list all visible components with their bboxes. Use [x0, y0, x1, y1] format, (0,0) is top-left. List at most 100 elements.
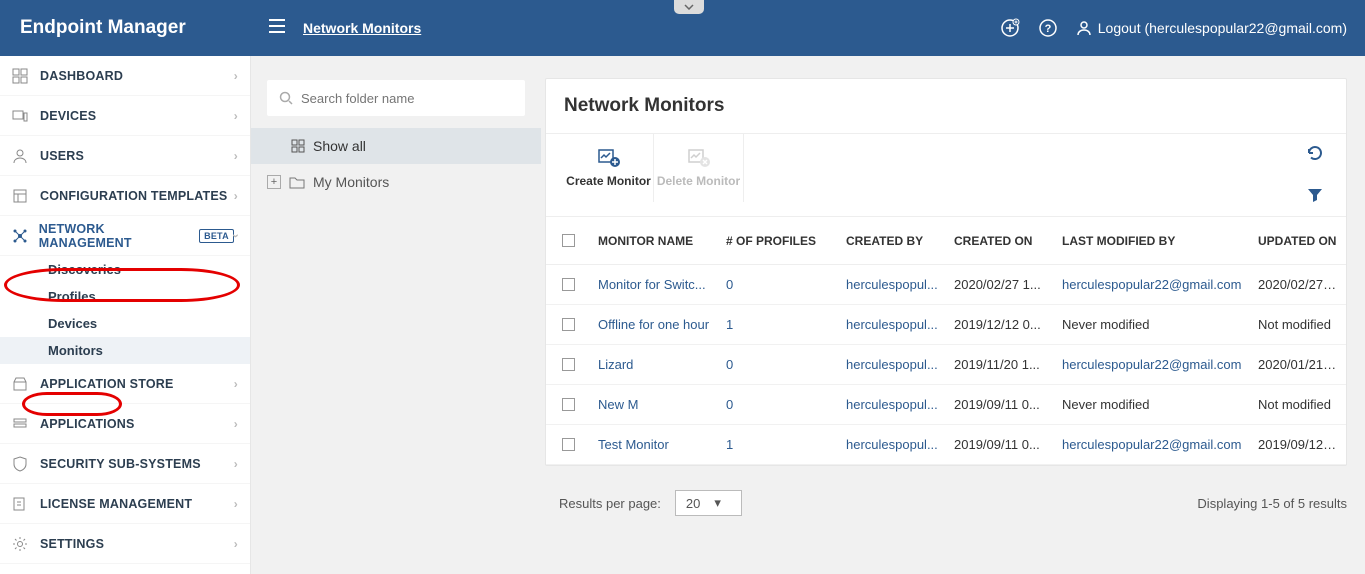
svg-text:?: ?: [1044, 23, 1051, 35]
chevron-down-icon: ▾: [714, 495, 721, 511]
modified-by[interactable]: herculespopular22@gmail.com: [1054, 277, 1250, 292]
sidebar-item-network-management[interactable]: NETWORK MANAGEMENT BETA ›: [0, 216, 250, 256]
profiles-count[interactable]: 0: [718, 277, 838, 292]
sidebar-item-app-store[interactable]: APPLICATION STORE ›: [0, 364, 250, 404]
monitor-name-link[interactable]: Lizard: [590, 357, 718, 372]
page-title: Network Monitors: [546, 79, 1346, 133]
pagination-footer: Results per page: 20 ▾ Displaying 1-5 of…: [541, 476, 1365, 530]
hamburger-icon[interactable]: [269, 19, 285, 38]
search-icon: [279, 91, 293, 105]
sidebar-label: CONFIGURATION TEMPLATES: [40, 189, 227, 203]
filter-icon[interactable]: [1307, 187, 1323, 206]
row-checkbox[interactable]: [562, 278, 575, 291]
folder-search[interactable]: [267, 80, 525, 116]
row-checkbox[interactable]: [562, 318, 575, 331]
create-monitor-button[interactable]: Create Monitor: [564, 134, 654, 202]
profiles-count[interactable]: 1: [718, 317, 838, 332]
logout-link[interactable]: Logout (herculespopular22@gmail.com): [1076, 20, 1347, 36]
sidebar-label: SECURITY SUB-SYSTEMS: [40, 457, 201, 471]
table-row[interactable]: Lizard 0 herculespopul... 2019/11/20 1..…: [546, 345, 1346, 385]
profiles-count[interactable]: 1: [718, 437, 838, 452]
created-on: 2019/11/20 1...: [946, 357, 1054, 372]
sidebar-sub-devices[interactable]: Devices: [0, 310, 250, 337]
col-updated-on[interactable]: UPDATED ON: [1250, 234, 1346, 248]
monitor-name-link[interactable]: Monitor for Switc...: [590, 277, 718, 292]
row-checkbox[interactable]: [562, 398, 575, 411]
main-content: Network Monitors Create Monitor Delete M…: [541, 56, 1365, 574]
chevron-down-icon: [684, 4, 694, 10]
modified-by[interactable]: herculespopular22@gmail.com: [1054, 437, 1250, 452]
sidebar-item-security[interactable]: SECURITY SUB-SYSTEMS ›: [0, 444, 250, 484]
sidebar-label: APPLICATION STORE: [40, 377, 174, 391]
sidebar-sub-profiles[interactable]: Profiles: [0, 283, 250, 310]
chevron-right-icon: ›: [234, 69, 238, 83]
create-monitor-label: Create Monitor: [566, 174, 651, 188]
col-modified-by[interactable]: LAST MODIFIED BY: [1054, 234, 1250, 248]
table-row[interactable]: New M 0 herculespopul... 2019/09/11 0...…: [546, 385, 1346, 425]
created-by[interactable]: herculespopul...: [838, 437, 946, 452]
sidebar-item-dashboard[interactable]: DASHBOARD ›: [0, 56, 250, 96]
row-checkbox[interactable]: [562, 438, 575, 451]
sidebar-label: SETTINGS: [40, 537, 104, 551]
col-created-on[interactable]: CREATED ON: [946, 234, 1054, 248]
results-per-page-select[interactable]: 20 ▾: [675, 490, 742, 516]
sidebar-label: NETWORK MANAGEMENT: [39, 222, 193, 250]
created-by[interactable]: herculespopul...: [838, 317, 946, 332]
folder-icon: [289, 175, 305, 189]
breadcrumb-link[interactable]: Network Monitors: [303, 20, 421, 36]
updated-on: Not modified: [1250, 397, 1346, 412]
select-all-checkbox[interactable]: [562, 234, 575, 247]
table-row[interactable]: Offline for one hour 1 herculespopul... …: [546, 305, 1346, 345]
show-all-button[interactable]: Show all: [251, 128, 541, 164]
sidebar-item-config-templates[interactable]: CONFIGURATION TEMPLATES ›: [0, 176, 250, 216]
created-by[interactable]: herculespopul...: [838, 357, 946, 372]
col-created-by[interactable]: CREATED BY: [838, 234, 946, 248]
header-dropdown-tab[interactable]: [674, 0, 704, 14]
created-by[interactable]: herculespopul...: [838, 397, 946, 412]
logout-label: Logout (herculespopular22@gmail.com): [1098, 20, 1347, 36]
refresh-icon[interactable]: [1306, 144, 1324, 165]
updated-on: 2020/02/27 0...: [1250, 277, 1346, 292]
sidebar-label: LICENSE MANAGEMENT: [40, 497, 192, 511]
sidebar-item-settings[interactable]: SETTINGS ›: [0, 524, 250, 564]
tree-root-item[interactable]: + My Monitors: [251, 164, 541, 200]
delete-monitor-label: Delete Monitor: [657, 174, 740, 188]
sidebar-sub-discoveries[interactable]: Discoveries: [0, 256, 250, 283]
expand-icon[interactable]: +: [267, 175, 281, 189]
sidebar-item-devices[interactable]: DEVICES ›: [0, 96, 250, 136]
table-row[interactable]: Monitor for Switc... 0 herculespopul... …: [546, 265, 1346, 305]
profiles-count[interactable]: 0: [718, 397, 838, 412]
license-icon: [12, 496, 36, 512]
modified-by: Never modified: [1054, 397, 1250, 412]
profiles-count[interactable]: 0: [718, 357, 838, 372]
chevron-right-icon: ›: [234, 537, 238, 551]
modified-by[interactable]: herculespopular22@gmail.com: [1054, 357, 1250, 372]
header-icons: ? Logout (herculespopular22@gmail.com): [1000, 18, 1347, 38]
create-monitor-icon: [597, 148, 621, 168]
row-checkbox[interactable]: [562, 358, 575, 371]
table-row[interactable]: Test Monitor 1 herculespopul... 2019/09/…: [546, 425, 1346, 465]
updated-on: 2019/09/12 1...: [1250, 437, 1346, 452]
tree-root-label: My Monitors: [313, 174, 389, 190]
col-name[interactable]: MONITOR NAME: [590, 234, 718, 248]
col-profiles[interactable]: # OF PROFILES: [718, 234, 838, 248]
monitor-name-link[interactable]: Test Monitor: [590, 437, 718, 452]
toolbar: Create Monitor Delete Monitor: [546, 133, 1346, 216]
chevron-right-icon: ›: [234, 109, 238, 123]
monitors-table: MONITOR NAME # OF PROFILES CREATED BY CR…: [546, 216, 1346, 465]
sidebar-item-applications[interactable]: APPLICATIONS ›: [0, 404, 250, 444]
add-icon[interactable]: [1000, 18, 1020, 38]
search-input[interactable]: [301, 91, 513, 106]
monitor-name-link[interactable]: Offline for one hour: [590, 317, 718, 332]
dashboard-icon: [12, 68, 36, 84]
created-by[interactable]: herculespopul...: [838, 277, 946, 292]
results-per-page-label: Results per page:: [559, 496, 661, 511]
table-header-row: MONITOR NAME # OF PROFILES CREATED BY CR…: [546, 217, 1346, 265]
sidebar-sub-monitors[interactable]: Monitors: [0, 337, 250, 364]
monitor-name-link[interactable]: New M: [590, 397, 718, 412]
show-all-label: Show all: [313, 138, 366, 154]
help-icon[interactable]: ?: [1038, 18, 1058, 38]
chevron-down-icon: ›: [229, 233, 243, 237]
sidebar-item-license[interactable]: LICENSE MANAGEMENT ›: [0, 484, 250, 524]
sidebar-item-users[interactable]: USERS ›: [0, 136, 250, 176]
